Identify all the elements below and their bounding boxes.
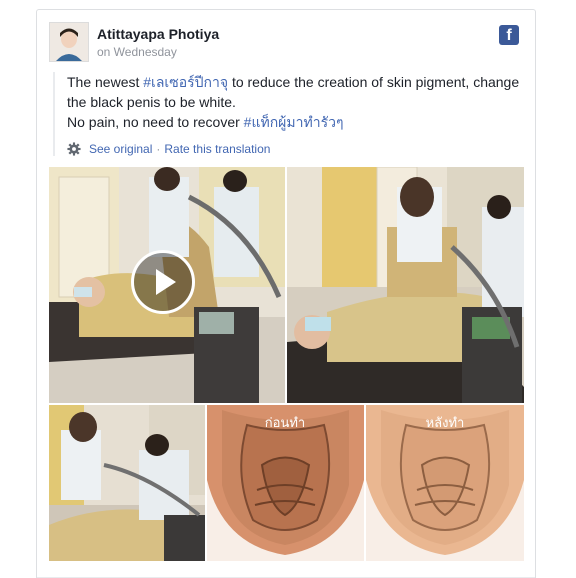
avatar[interactable] [49, 22, 89, 62]
post-card: Atittayapa Photiya on Wednesday f The ne… [36, 9, 536, 578]
author-name[interactable]: Atittayapa Photiya [97, 26, 219, 42]
see-original-link[interactable]: See original [89, 142, 152, 156]
text-segment: to reduce the creation of skin pigment, … [228, 74, 520, 90]
clinic-photo-1[interactable] [49, 167, 285, 403]
translation-bar: See original · Rate this translation [67, 142, 525, 156]
text-segment: The newest [67, 74, 144, 90]
clinic-photo-2[interactable] [287, 167, 524, 403]
after-caption: หลังทำ [426, 416, 465, 431]
rate-translation-link[interactable]: Rate this translation [164, 142, 270, 156]
post-line-3: No pain, no need to recover #แท็กผู้มาทำ… [67, 112, 525, 132]
illustration-after[interactable]: หลังทำ [366, 405, 524, 561]
post-line-2: the black penis to be white. [67, 94, 236, 110]
text-segment: No pain, no need to recover [67, 114, 244, 130]
illustration-before[interactable]: ก่อนทำ [207, 405, 364, 561]
play-icon [156, 269, 176, 295]
post-text: The newest #เลเซอร์ปีกาจุ to reduce the … [53, 72, 525, 156]
clinic-photo-3[interactable] [49, 405, 205, 561]
gear-icon[interactable] [67, 142, 81, 156]
hashtag-link[interactable]: #เลเซอร์ปีกาจุ [143, 74, 228, 90]
before-caption: ก่อนทำ [265, 416, 305, 431]
facebook-icon[interactable]: f [499, 25, 519, 45]
hashtag-link[interactable]: #แท็กผู้มาทำรัวๆ [244, 114, 344, 130]
separator: · [156, 142, 161, 156]
post-line-1: The newest #เลเซอร์ปีกาจุ to reduce the … [67, 72, 525, 92]
post-time[interactable]: on Wednesday [97, 45, 177, 59]
play-button[interactable] [131, 250, 195, 314]
